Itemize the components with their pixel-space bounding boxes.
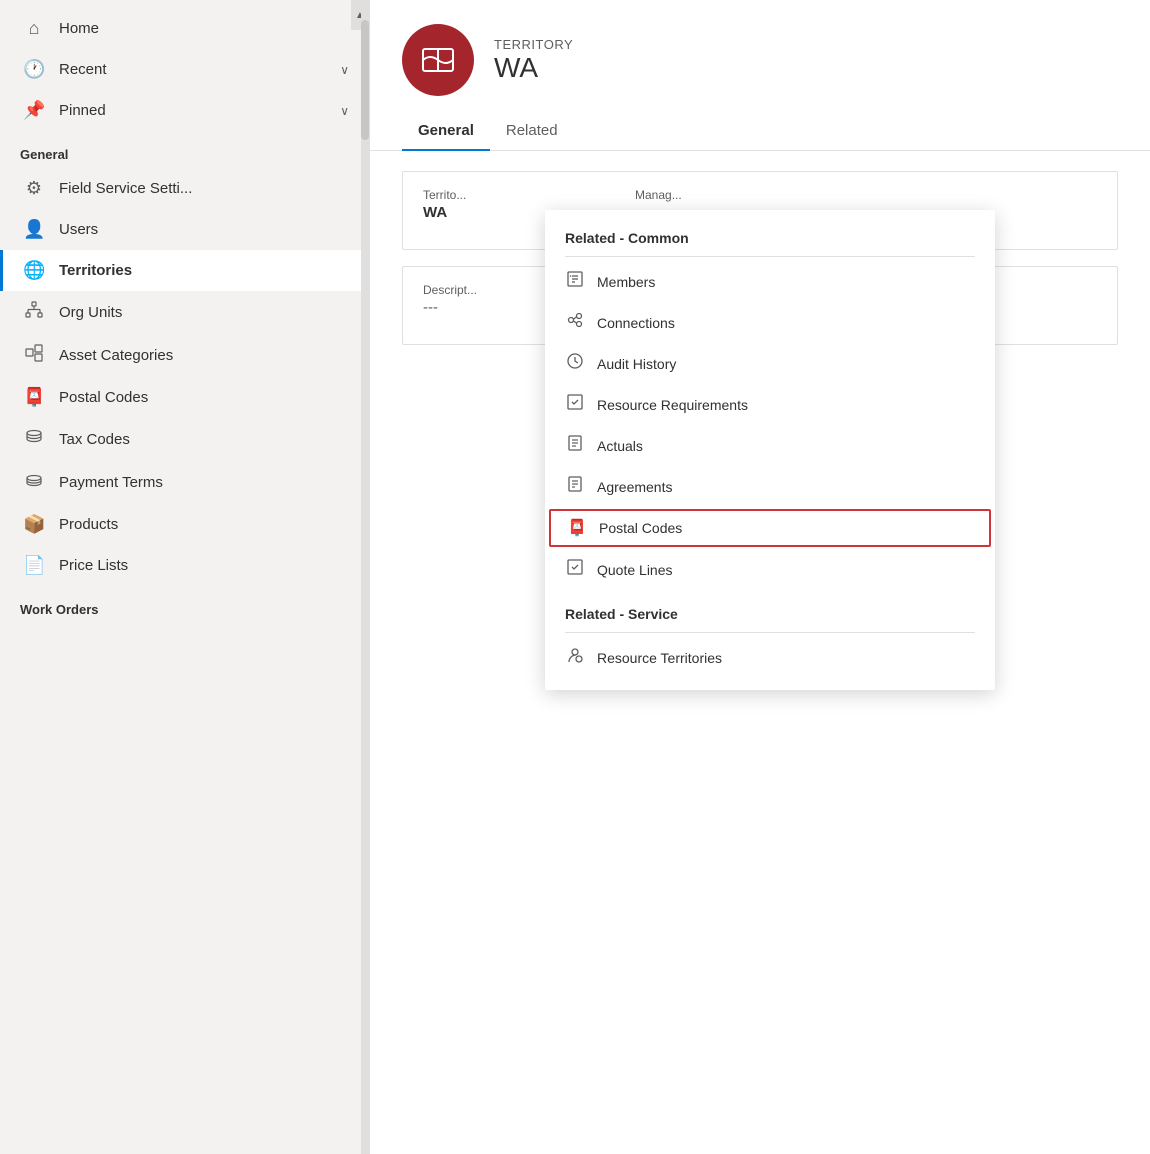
home-icon: ⌂ xyxy=(23,18,45,39)
gear-icon: ⚙ xyxy=(23,178,45,199)
sidebar-scroll: ⌂ Home 🕐 Recent ∨ 📌 Pinned ∨ General ⚙ F… xyxy=(0,0,369,1154)
sidebar-item-products[interactable]: 📦 Products xyxy=(0,504,369,545)
field-label-manager: Manag... xyxy=(635,188,815,202)
tabs: General Related xyxy=(370,112,1150,151)
sidebar-item-recent[interactable]: 🕐 Recent ∨ xyxy=(0,49,369,90)
sidebar-item-label: Price Lists xyxy=(59,557,349,574)
dropdown-section-service-title: Related - Service xyxy=(545,598,995,628)
avatar xyxy=(402,24,474,96)
related-dropdown: Related - Common Members Connections Aud… xyxy=(545,210,995,690)
sidebar-item-label: Recent xyxy=(59,61,326,78)
quote-lines-icon xyxy=(565,558,585,581)
tax-icon xyxy=(23,428,45,451)
pin-icon: 📌 xyxy=(23,100,45,121)
sidebar: ▲ ⌂ Home 🕐 Recent ∨ 📌 Pinned ∨ General ⚙… xyxy=(0,0,370,1154)
chevron-down-icon: ∨ xyxy=(340,63,349,77)
sidebar-item-label: Pinned xyxy=(59,102,326,119)
dropdown-item-label: Resource Territories xyxy=(597,650,722,666)
record-type: TERRITORY xyxy=(494,37,573,52)
sidebar-item-label: Org Units xyxy=(59,304,349,321)
dropdown-item-audit-history[interactable]: Audit History xyxy=(545,343,995,384)
sidebar-item-postal-codes[interactable]: 📮 Postal Codes xyxy=(0,377,369,418)
sidebar-section-work-orders: Work Orders xyxy=(0,586,369,623)
products-icon: 📦 xyxy=(23,514,45,535)
dropdown-section-common-title: Related - Common xyxy=(545,222,995,252)
globe-icon: 🌐 xyxy=(23,260,45,281)
main-content: TERRITORY WA General Related Territo... … xyxy=(370,0,1150,1154)
sidebar-item-label: Tax Codes xyxy=(59,431,349,448)
user-icon: 👤 xyxy=(23,219,45,240)
dropdown-item-resource-territories[interactable]: Resource Territories xyxy=(545,637,995,678)
actuals-icon xyxy=(565,434,585,457)
sidebar-item-field-service[interactable]: ⚙ Field Service Setti... xyxy=(0,168,369,209)
sidebar-item-label: Products xyxy=(59,516,349,533)
audit-history-icon xyxy=(565,352,585,375)
connections-icon xyxy=(565,311,585,334)
record-header: TERRITORY WA xyxy=(370,0,1150,96)
payment-icon xyxy=(23,471,45,494)
dropdown-item-label: Postal Codes xyxy=(599,520,682,536)
org-icon xyxy=(23,301,45,324)
postal-icon: 📮 xyxy=(23,387,45,408)
tab-general[interactable]: General xyxy=(402,112,490,151)
sidebar-item-label: Users xyxy=(59,221,349,238)
clock-icon: 🕐 xyxy=(23,59,45,80)
dropdown-item-postal-codes[interactable]: 📮 Postal Codes xyxy=(549,509,991,547)
asset-icon xyxy=(23,344,45,367)
sidebar-item-label: Field Service Setti... xyxy=(59,180,349,197)
sidebar-item-territories[interactable]: 🌐 Territories xyxy=(0,250,369,291)
agreements-icon xyxy=(565,475,585,498)
price-lists-icon: 📄 xyxy=(23,555,45,576)
postal-codes-icon: 📮 xyxy=(567,518,587,538)
dropdown-item-label: Audit History xyxy=(597,356,676,372)
chevron-down-icon: ∨ xyxy=(340,104,349,118)
dropdown-item-label: Members xyxy=(597,274,655,290)
dropdown-item-resource-requirements[interactable]: Resource Requirements xyxy=(545,384,995,425)
scrollbar-thumb[interactable] xyxy=(361,20,369,140)
sidebar-item-label: Asset Categories xyxy=(59,347,349,364)
resource-requirements-icon xyxy=(565,393,585,416)
sidebar-item-price-lists[interactable]: 📄 Price Lists xyxy=(0,545,369,586)
tab-related[interactable]: Related xyxy=(490,112,574,151)
sidebar-item-home[interactable]: ⌂ Home xyxy=(0,8,369,49)
dropdown-divider xyxy=(565,256,975,257)
sidebar-item-asset-categories[interactable]: Asset Categories xyxy=(0,334,369,377)
dropdown-item-connections[interactable]: Connections xyxy=(545,302,995,343)
dropdown-item-actuals[interactable]: Actuals xyxy=(545,425,995,466)
sidebar-item-pinned[interactable]: 📌 Pinned ∨ xyxy=(0,90,369,131)
sidebar-item-label: Territories xyxy=(59,262,349,279)
sidebar-item-org-units[interactable]: Org Units xyxy=(0,291,369,334)
dropdown-item-label: Resource Requirements xyxy=(597,397,748,413)
record-info: TERRITORY WA xyxy=(494,37,573,84)
scrollbar-track xyxy=(361,0,369,1154)
sidebar-item-label: Payment Terms xyxy=(59,474,349,491)
dropdown-item-label: Quote Lines xyxy=(597,562,673,578)
sidebar-item-label: Postal Codes xyxy=(59,389,349,406)
dropdown-item-quote-lines[interactable]: Quote Lines xyxy=(545,549,995,590)
record-title: WA xyxy=(494,52,573,84)
dropdown-item-agreements[interactable]: Agreements xyxy=(545,466,995,507)
dropdown-item-label: Agreements xyxy=(597,479,672,495)
sidebar-item-payment-terms[interactable]: Payment Terms xyxy=(0,461,369,504)
resource-territories-icon xyxy=(565,646,585,669)
members-icon xyxy=(565,270,585,293)
sidebar-item-label: Home xyxy=(59,20,349,37)
sidebar-section-general: General xyxy=(0,131,369,168)
dropdown-item-label: Connections xyxy=(597,315,675,331)
dropdown-item-members[interactable]: Members xyxy=(545,261,995,302)
dropdown-divider-service xyxy=(565,632,975,633)
dropdown-item-label: Actuals xyxy=(597,438,643,454)
sidebar-item-tax-codes[interactable]: Tax Codes xyxy=(0,418,369,461)
sidebar-item-users[interactable]: 👤 Users xyxy=(0,209,369,250)
field-label-territory: Territo... xyxy=(423,188,603,202)
